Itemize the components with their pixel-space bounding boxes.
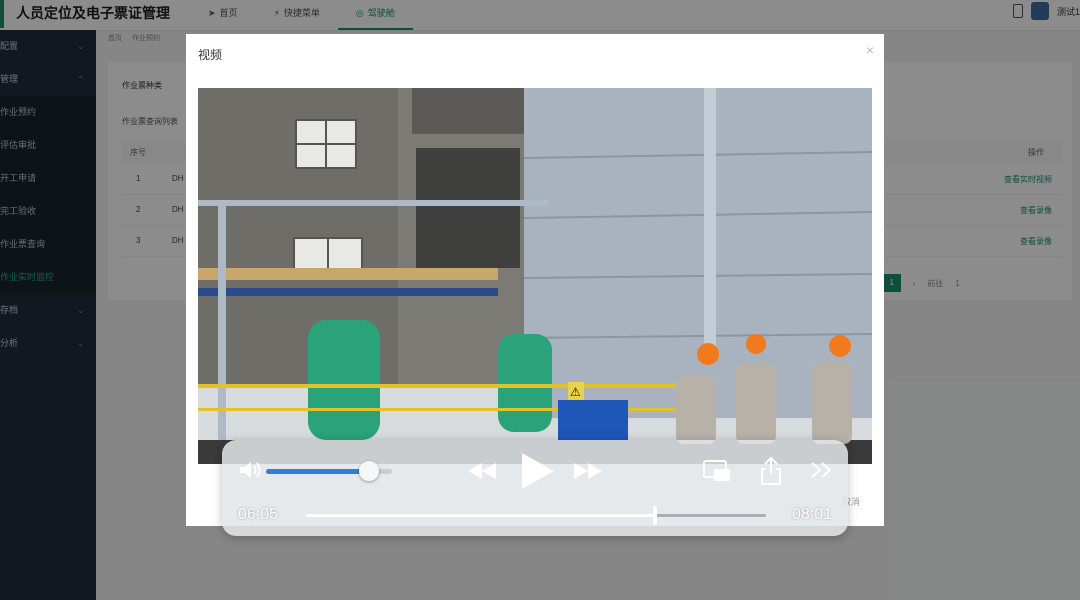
total-time: 08:01 (791, 506, 832, 523)
play-icon[interactable] (520, 451, 556, 491)
share-icon[interactable] (760, 456, 782, 486)
modal-title: 视频 (198, 48, 223, 62)
video-frame[interactable]: ⚠ (198, 88, 872, 464)
fast-forward-icon[interactable] (572, 461, 604, 481)
media-controls: 06:05 08:01 (222, 440, 848, 536)
close-icon[interactable]: × (866, 42, 874, 58)
volume-icon[interactable] (238, 460, 264, 480)
volume-level (266, 469, 370, 474)
double-chevron-right-icon[interactable] (810, 461, 834, 479)
progress-played (306, 514, 655, 517)
rewind-icon[interactable] (466, 461, 498, 481)
svg-text:⚠: ⚠ (570, 385, 581, 399)
current-time: 06:05 (238, 506, 279, 523)
volume-slider[interactable] (266, 461, 392, 481)
progress-handle[interactable] (652, 506, 657, 525)
volume-knob[interactable] (359, 461, 380, 481)
progress-bar[interactable] (306, 506, 766, 525)
video-scene: ⚠ (198, 88, 872, 464)
picture-in-picture-icon[interactable] (702, 458, 732, 484)
